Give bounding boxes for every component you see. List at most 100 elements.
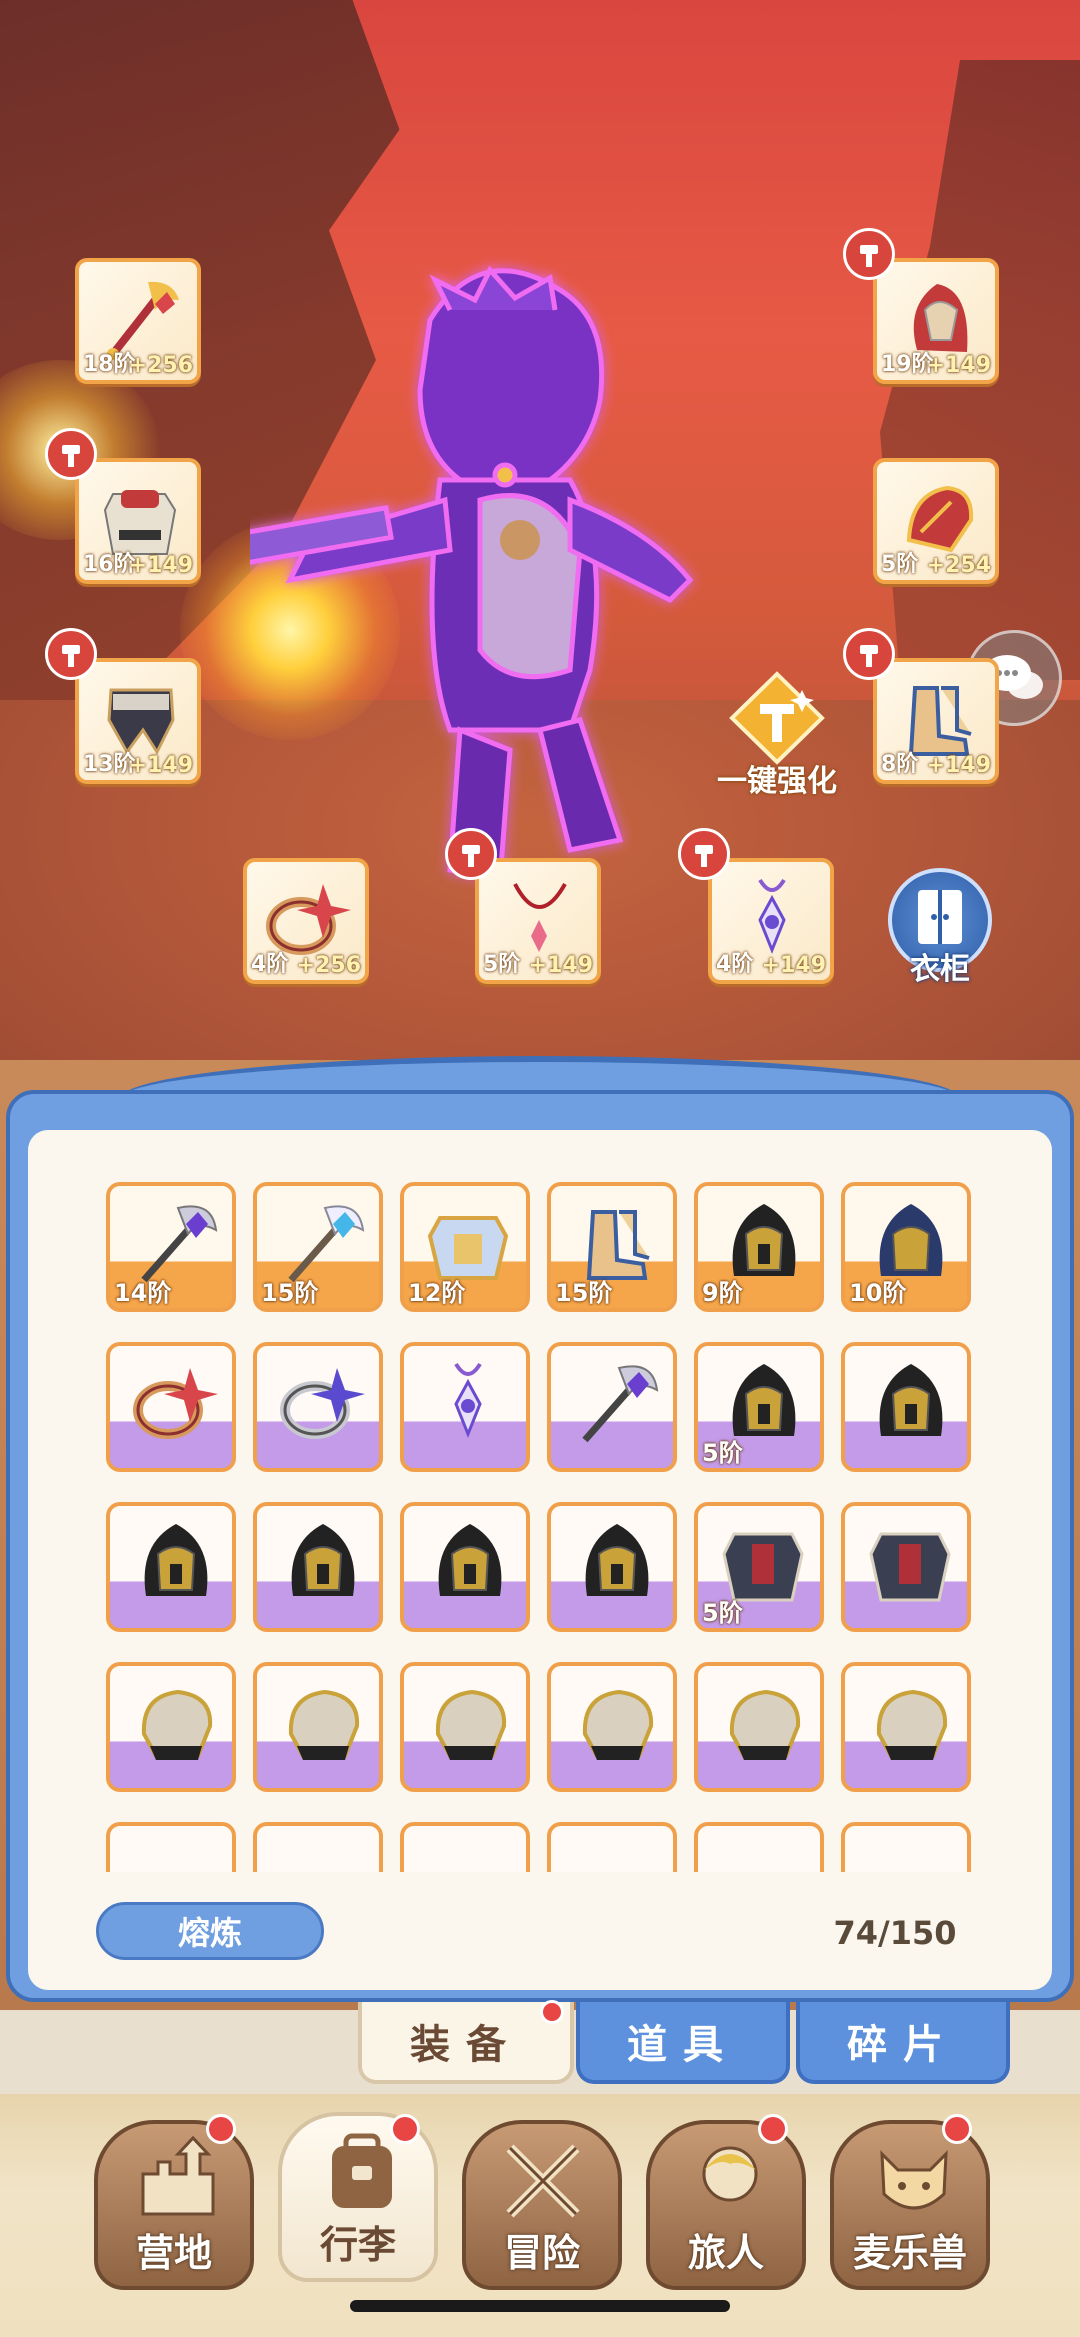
inventory-item[interactable] xyxy=(400,1502,530,1632)
inventory-grid[interactable]: 14阶 15阶 12阶 15阶 9阶 10阶 5阶 5阶 xyxy=(106,1182,976,1872)
gauntlet-icon xyxy=(569,1674,663,1768)
amulet-icon xyxy=(422,1354,516,1448)
nav-label: 冒险 xyxy=(503,2231,580,2275)
nav-label: 行李 xyxy=(319,2223,396,2267)
item-level: 14阶 xyxy=(114,1279,172,1307)
gauntlet-icon xyxy=(716,1674,810,1768)
upgrade-all-button[interactable]: 一键强化 xyxy=(702,670,852,800)
equip-slot-necklace[interactable]: 5阶 +149 xyxy=(475,858,601,984)
upgrade-all-label: 一键强化 xyxy=(717,764,837,799)
cat-icon xyxy=(880,2150,948,2210)
inventory-item[interactable]: 15阶 xyxy=(253,1182,383,1312)
inventory-item[interactable]: 9阶 xyxy=(694,1182,824,1312)
nav-crossed-swords[interactable]: 冒险 xyxy=(462,2120,622,2290)
nav-character[interactable]: 旅人 xyxy=(646,2120,806,2290)
inventory-item[interactable] xyxy=(547,1342,677,1472)
inventory-item[interactable] xyxy=(547,1502,677,1632)
equip-bonus: +256 xyxy=(128,353,193,378)
equip-bonus: +149 xyxy=(761,953,826,978)
ring-icon xyxy=(128,1354,222,1448)
tab-1[interactable]: 道具 xyxy=(576,2002,790,2084)
equip-slot-chest[interactable]: 16阶 +149 xyxy=(75,458,201,584)
partial-icon xyxy=(275,1834,369,1872)
gauntlet-icon xyxy=(275,1674,369,1768)
inventory-item[interactable] xyxy=(694,1662,824,1792)
inventory-item[interactable]: 5阶 xyxy=(694,1342,824,1472)
equip-bonus: +256 xyxy=(296,953,361,978)
inventory-item[interactable] xyxy=(694,1822,824,1872)
home-indicator[interactable] xyxy=(350,2300,730,2312)
inventory-item[interactable]: 10阶 xyxy=(841,1182,971,1312)
equip-slot-pants[interactable]: 13阶 +149 xyxy=(75,658,201,784)
equip-slot-gloves[interactable]: 5阶 +254 xyxy=(873,458,999,584)
equip-level: 5阶 xyxy=(881,552,919,577)
inventory-capacity: 74/150 xyxy=(833,1914,957,1952)
inventory-item[interactable] xyxy=(106,1342,236,1472)
partial-icon xyxy=(569,1834,663,1872)
inventory-item[interactable]: 14阶 xyxy=(106,1182,236,1312)
equip-level: 5阶 xyxy=(483,952,521,977)
nav-cat[interactable]: 麦乐兽 xyxy=(830,2120,990,2290)
inventory-item[interactable] xyxy=(841,1342,971,1472)
wardrobe-label: 衣柜 xyxy=(910,952,970,987)
item-level: 15阶 xyxy=(261,1279,319,1307)
inventory-item[interactable] xyxy=(106,1502,236,1632)
upgrade-hammer-icon xyxy=(729,671,825,765)
nav-label: 旅人 xyxy=(687,2231,764,2275)
staff-icon xyxy=(569,1354,663,1448)
helmet-dark-icon xyxy=(863,1354,957,1448)
inventory-item[interactable]: 5阶 xyxy=(694,1502,824,1632)
wardrobe-button[interactable]: 衣柜 xyxy=(884,868,996,988)
item-level: 9阶 xyxy=(702,1279,743,1307)
inventory-item[interactable]: 12阶 xyxy=(400,1182,530,1312)
equip-bonus: +149 xyxy=(528,953,593,978)
partial-icon xyxy=(128,1834,222,1872)
notification-badge xyxy=(758,2114,788,2144)
equip-slot-boots[interactable]: 8阶 +149 xyxy=(873,658,999,784)
inventory-item[interactable] xyxy=(547,1822,677,1872)
inventory-item[interactable] xyxy=(400,1822,530,1872)
equip-slot-helmet[interactable]: 19阶 +149 xyxy=(873,258,999,384)
inventory-item[interactable] xyxy=(106,1822,236,1872)
upgrade-hammer-icon[interactable] xyxy=(45,428,97,480)
inventory-item[interactable] xyxy=(106,1662,236,1792)
upgrade-hammer-icon[interactable] xyxy=(678,828,730,880)
inventory-item[interactable] xyxy=(253,1342,383,1472)
inventory-item[interactable] xyxy=(253,1822,383,1872)
gauntlet-icon xyxy=(422,1674,516,1768)
inventory-item[interactable] xyxy=(841,1822,971,1872)
equip-level: 4阶 xyxy=(716,952,754,977)
equip-bonus: +254 xyxy=(926,553,991,578)
smelt-button[interactable]: 熔炼 xyxy=(96,1902,324,1960)
item-level: 15阶 xyxy=(555,1279,613,1307)
inventory-item[interactable] xyxy=(400,1662,530,1792)
upgrade-hammer-icon[interactable] xyxy=(445,828,497,880)
inventory-item[interactable] xyxy=(253,1502,383,1632)
nav-label: 营地 xyxy=(135,2231,212,2275)
partial-icon xyxy=(863,1834,957,1872)
partial-icon xyxy=(422,1834,516,1872)
upgrade-hammer-icon[interactable] xyxy=(45,628,97,680)
gauntlet-icon xyxy=(863,1674,957,1768)
nav-label: 麦乐兽 xyxy=(852,2231,967,2275)
upgrade-hammer-icon[interactable] xyxy=(843,228,895,280)
inventory-item[interactable] xyxy=(400,1342,530,1472)
partial-icon xyxy=(716,1834,810,1872)
notification-badge xyxy=(540,2000,564,2024)
nav-castle[interactable]: 营地 xyxy=(94,2120,254,2290)
tab-2[interactable]: 碎片 xyxy=(796,2002,1010,2084)
inventory-item[interactable] xyxy=(253,1662,383,1792)
inventory-item[interactable] xyxy=(841,1662,971,1792)
equip-slot-ring[interactable]: 4阶 +256 xyxy=(243,858,369,984)
equip-bonus: +149 xyxy=(128,753,193,778)
gauntlet-icon xyxy=(128,1674,222,1768)
equip-slot-weapon[interactable]: 18阶 +256 xyxy=(75,258,201,384)
crossed-swords-icon xyxy=(506,2144,580,2218)
equip-slot-amulet[interactable]: 4阶 +149 xyxy=(708,858,834,984)
helmet-dark-icon xyxy=(275,1514,369,1608)
item-level: 12阶 xyxy=(408,1279,466,1307)
notification-badge xyxy=(942,2114,972,2144)
inventory-item[interactable] xyxy=(841,1502,971,1632)
inventory-item[interactable]: 15阶 xyxy=(547,1182,677,1312)
inventory-item[interactable] xyxy=(547,1662,677,1792)
